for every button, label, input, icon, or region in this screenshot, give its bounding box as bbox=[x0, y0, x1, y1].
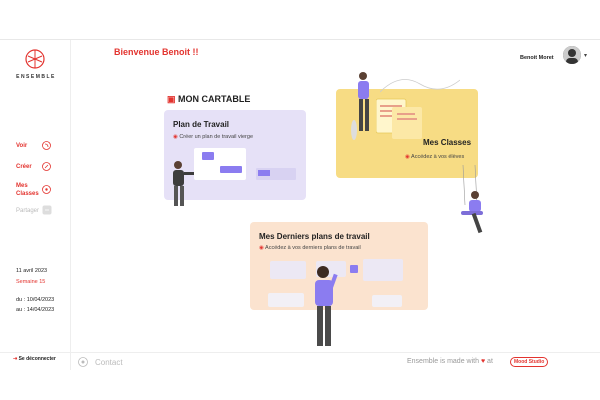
card-subtitle: ◉ Créer un plan de travail vierge bbox=[173, 134, 254, 140]
week-start: du : 10/04/2023 bbox=[16, 297, 55, 303]
current-date: 11 avril 2023 bbox=[16, 268, 48, 274]
person-illustration bbox=[315, 266, 338, 346]
user-name[interactable]: Benoit Moret bbox=[520, 55, 554, 61]
nav-voir[interactable]: Voir bbox=[16, 143, 27, 149]
studio-badge[interactable]: Mood Studio bbox=[510, 357, 549, 367]
card-title: Plan de Travail bbox=[173, 120, 230, 129]
sidebar bbox=[0, 40, 71, 370]
share-box-icon bbox=[42, 205, 52, 215]
rss-icon[interactable] bbox=[42, 141, 51, 150]
week-end: au : 14/04/2023 bbox=[16, 307, 55, 313]
logout-button[interactable]: ⇥ Se déconnecter bbox=[13, 356, 56, 362]
footer-divider bbox=[0, 352, 600, 353]
contact-link[interactable]: Contact bbox=[95, 358, 123, 367]
heart-icon: ♥ bbox=[480, 358, 486, 365]
nav-creer[interactable]: Créer bbox=[16, 164, 32, 170]
person-illustration bbox=[351, 72, 369, 140]
brand-name: ENSEMBLE bbox=[16, 74, 56, 80]
chevron-down-icon[interactable]: ▾ bbox=[584, 52, 587, 59]
avatar[interactable] bbox=[563, 46, 581, 64]
nav-mes-classes[interactable]: Mes Classes bbox=[16, 182, 40, 198]
person-illustration bbox=[173, 161, 194, 206]
card-title: Mes Derniers plans de travail bbox=[259, 232, 370, 241]
card-title: Mes Classes bbox=[423, 138, 472, 147]
github-icon[interactable] bbox=[78, 357, 88, 367]
week-number: Semaine 15 bbox=[16, 279, 46, 285]
share-icon[interactable] bbox=[42, 185, 51, 194]
page-title: ▣ MON CARTABLE bbox=[167, 94, 251, 104]
top-divider bbox=[0, 39, 600, 40]
card-subtitle: ◉ Accédez à vos élèves bbox=[405, 154, 465, 160]
card-subtitle: ◉ Accédez à vos derniers plans de travai… bbox=[259, 245, 361, 251]
decorative-line bbox=[380, 79, 460, 93]
swing-illustration bbox=[461, 165, 483, 234]
ensemble-logo-icon bbox=[24, 48, 46, 70]
welcome-message: Bienvenue Benoit !! bbox=[114, 47, 199, 57]
nav-partager: Partager bbox=[16, 208, 40, 214]
laptop-icon: ▣ bbox=[167, 94, 179, 104]
made-with-text: Ensemble is made with ♥ at bbox=[407, 358, 493, 365]
pen-icon[interactable] bbox=[42, 162, 51, 171]
